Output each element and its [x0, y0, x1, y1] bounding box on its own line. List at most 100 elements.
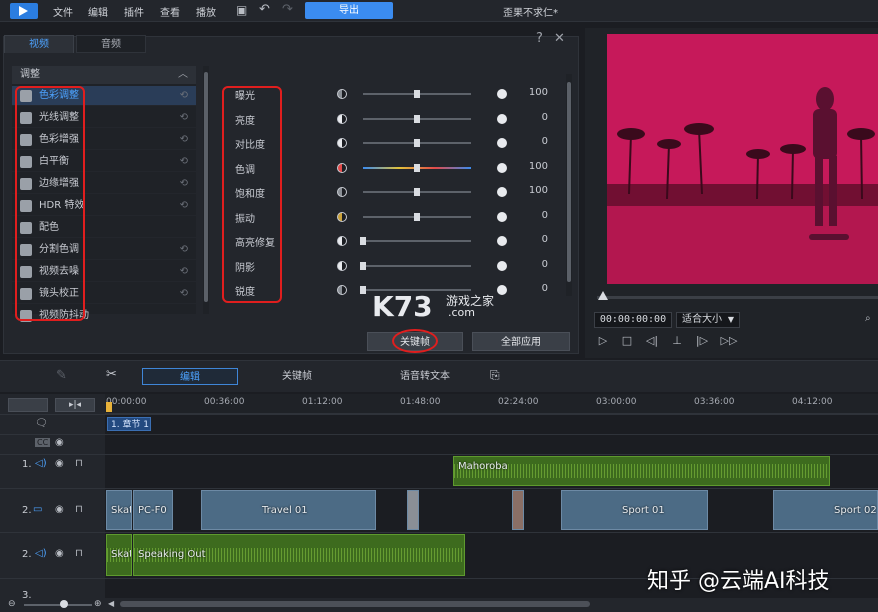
- menu-plugins[interactable]: 插件: [124, 4, 144, 19]
- reset-icon[interactable]: ⟲: [180, 262, 188, 282]
- fit-size-select[interactable]: 适合大小 ▼: [676, 312, 740, 328]
- next-frame-icon[interactable]: |▷: [695, 334, 709, 348]
- parameter-max-icon: [497, 162, 507, 173]
- tab-video[interactable]: 视频: [4, 35, 74, 53]
- reset-icon[interactable]: ⟲: [180, 196, 188, 216]
- preview-scrubber-knob[interactable]: [598, 291, 608, 300]
- export-button[interactable]: 导出: [305, 2, 393, 19]
- zoom-out-icon[interactable]: ⊖: [8, 599, 16, 609]
- audio-clip-speaking-out[interactable]: Speaking Out: [133, 534, 465, 576]
- parameter-max-icon: [497, 260, 507, 271]
- track-manager-icon[interactable]: [8, 398, 48, 412]
- parameter-max-icon: [497, 138, 507, 148]
- highlight-ellipse-keyframe: [392, 329, 438, 353]
- parameter-slider-thumb[interactable]: [414, 139, 420, 147]
- apply-all-button[interactable]: 全部应用: [472, 332, 570, 351]
- menu-file[interactable]: 文件: [53, 4, 73, 19]
- scroll-left-icon[interactable]: ◀: [108, 599, 114, 608]
- video-clip-sport-02[interactable]: Sport 02: [773, 490, 878, 530]
- video-clip-travel[interactable]: Travel 01: [201, 490, 376, 530]
- reset-icon[interactable]: ⟲: [180, 108, 188, 128]
- parameter-slider-thumb[interactable]: [360, 261, 366, 270]
- parameter-value: 0: [541, 283, 548, 294]
- reset-icon[interactable]: ⟲: [180, 130, 188, 150]
- menu-view[interactable]: 查看: [160, 4, 180, 19]
- preview-video[interactable]: [607, 34, 878, 284]
- adjustment-list-scrollbar[interactable]: [203, 66, 209, 314]
- lock-icon[interactable]: ⊓: [75, 504, 83, 515]
- parameter-value: 0: [541, 111, 548, 123]
- stop-icon[interactable]: □: [620, 334, 634, 348]
- playhead[interactable]: [106, 402, 112, 412]
- video-clip-sport-01[interactable]: Sport 01: [561, 490, 708, 530]
- lock-icon[interactable]: ⊓: [75, 458, 83, 469]
- save-icon[interactable]: ▣: [236, 3, 247, 17]
- video-clip[interactable]: PC-F0: [133, 490, 173, 530]
- zoom-slider[interactable]: [24, 604, 92, 606]
- audio-track-icon: ◁): [35, 458, 47, 469]
- video-track-icon: ▭: [33, 504, 43, 515]
- fast-forward-icon[interactable]: ▷▷: [720, 334, 738, 348]
- prev-frame-icon[interactable]: ◁|: [645, 334, 659, 348]
- parameter-slider-thumb[interactable]: [360, 286, 366, 294]
- reset-icon[interactable]: ⟲: [180, 240, 188, 260]
- tab-audio[interactable]: 音频: [76, 35, 146, 53]
- timecode-display[interactable]: 00:00:00:00: [594, 312, 672, 328]
- close-icon[interactable]: ✕: [554, 31, 565, 46]
- eye-icon[interactable]: ◉: [55, 504, 64, 515]
- eye-icon[interactable]: ◉: [55, 437, 64, 448]
- reset-icon[interactable]: ⟲: [180, 152, 188, 172]
- parameter-slider[interactable]: [363, 264, 471, 267]
- pen-icon[interactable]: ✎: [56, 368, 67, 383]
- fit-timeline-icon[interactable]: ▸|◂: [55, 398, 95, 412]
- parameter-slider-thumb[interactable]: [414, 163, 420, 172]
- preview-scrubber[interactable]: [597, 296, 878, 299]
- zoom-in-icon[interactable]: ⊕: [94, 599, 102, 609]
- redo-icon[interactable]: ↷: [282, 2, 293, 17]
- parameter-slider-thumb[interactable]: [414, 188, 420, 196]
- chapter-marker[interactable]: 1. 章节 1: [107, 417, 151, 431]
- adjustment-header-label: 调整: [20, 69, 40, 80]
- tab-speech-to-text[interactable]: 语音转文本: [370, 368, 480, 385]
- parameter-slider[interactable]: [363, 240, 471, 242]
- video-clip[interactable]: Skat: [106, 490, 132, 530]
- eye-icon[interactable]: ◉: [55, 548, 64, 559]
- snapshot-icon[interactable]: ⊥: [670, 334, 684, 348]
- menu-edit[interactable]: 编辑: [88, 4, 108, 19]
- play-icon[interactable]: ▷: [596, 334, 610, 348]
- timeline-horizontal-scrollbar[interactable]: [120, 601, 590, 607]
- parameter-slider-thumb[interactable]: [360, 237, 366, 245]
- parameter-slider-thumb[interactable]: [414, 212, 420, 221]
- ruler-tick-label: 00:00:00: [106, 397, 147, 407]
- audio-clip[interactable]: Skat: [106, 534, 132, 576]
- parameter-slider-thumb[interactable]: [414, 90, 420, 98]
- menu-playback[interactable]: 播放: [196, 4, 216, 19]
- watermark-com: .com: [448, 306, 475, 319]
- lock-icon[interactable]: ⊓: [75, 548, 83, 559]
- tab-keyframe[interactable]: 关键帧: [262, 368, 332, 385]
- help-icon[interactable]: ?: [536, 31, 543, 46]
- eye-icon[interactable]: ◉: [55, 458, 64, 469]
- video-clip[interactable]: [407, 490, 419, 530]
- parameter-value: 0: [541, 258, 548, 270]
- parameter-slider-thumb[interactable]: [414, 114, 420, 123]
- tab-edit[interactable]: 编辑: [142, 368, 238, 385]
- undo-icon[interactable]: ↶: [259, 2, 270, 17]
- zoom-icon[interactable]: ⌕: [865, 313, 871, 324]
- parameter-min-icon: [337, 162, 347, 173]
- parameter-value: 0: [541, 234, 548, 245]
- zoom-slider-knob[interactable]: [60, 600, 68, 608]
- export-subtitle-icon[interactable]: ⎘: [490, 368, 500, 383]
- audio-clip-mahoroba[interactable]: Mahoroba: [453, 456, 830, 486]
- reset-icon[interactable]: ⟲: [180, 174, 188, 194]
- reset-icon[interactable]: ⟲: [180, 284, 188, 304]
- adjustment-list-header[interactable]: 调整 ︿: [12, 66, 196, 84]
- ruler-tick-label: 01:48:00: [400, 397, 441, 407]
- ruler-tick-label: 04:12:00: [792, 397, 833, 407]
- collapse-icon[interactable]: ︿: [178, 66, 188, 84]
- scissors-icon[interactable]: ✂: [106, 367, 117, 382]
- parameter-max-icon: [497, 285, 507, 295]
- reset-icon[interactable]: ⟲: [180, 86, 188, 106]
- video-clip[interactable]: [512, 490, 524, 530]
- parameter-scrollbar[interactable]: [566, 74, 572, 296]
